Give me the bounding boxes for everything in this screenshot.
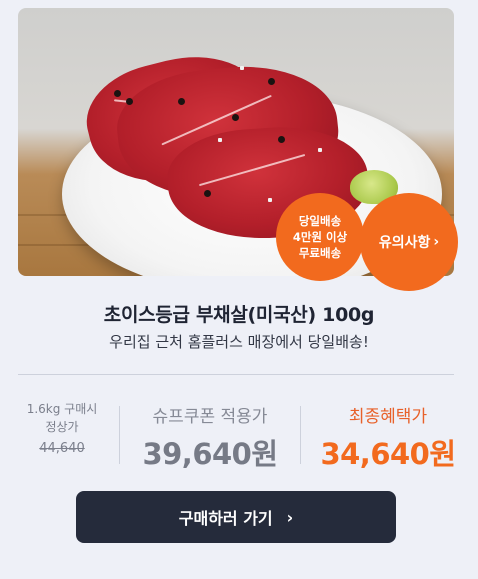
original-price: 44,640	[39, 441, 85, 456]
pepper-grain	[278, 136, 285, 143]
buy-now-button[interactable]: 구매하러 가기 ›	[76, 491, 396, 543]
original-price-label: 정상가	[45, 420, 79, 434]
pepper-grain	[268, 78, 275, 85]
product-card: 당일배송 4만원 이상 무료배송 유의사항 › 초이스등급 부채살(미국산) 1…	[0, 0, 478, 579]
product-title: 초이스등급 부채살(미국산) 100g	[103, 304, 375, 326]
delivery-badge-line: 무료배송	[298, 246, 342, 260]
salt-grain	[318, 148, 322, 152]
divider	[18, 374, 454, 375]
notice-badge-label: 유의사항	[378, 235, 431, 251]
chevron-right-icon: ›	[433, 234, 440, 250]
supercoupon-price-block: 슈프쿠폰 적용가 39,640원	[124, 402, 296, 473]
delivery-badge-line: 4만원 이상	[292, 230, 348, 244]
supercoupon-price: 39,640원	[142, 437, 278, 471]
delivery-badge-line: 당일배송	[298, 214, 342, 228]
final-price: 34,640원	[320, 437, 456, 471]
pepper-grain	[232, 114, 239, 121]
column-separator	[119, 406, 120, 464]
salt-grain	[218, 138, 222, 142]
column-separator	[300, 406, 301, 464]
pepper-grain	[114, 90, 121, 97]
original-price-block: 1.6kg 구매시 정상가 44,640	[10, 400, 114, 460]
notice-badge-button[interactable]: 유의사항 ›	[360, 193, 458, 291]
free-delivery-badge: 당일배송 4만원 이상 무료배송	[276, 193, 364, 281]
final-price-label: 최종혜택가	[348, 407, 428, 427]
pepper-grain	[204, 190, 211, 197]
supercoupon-label: 슈프쿠폰 적용가	[152, 407, 268, 427]
salt-grain	[240, 66, 244, 70]
buy-now-label: 구매하러 가기	[178, 509, 273, 528]
pepper-grain	[178, 98, 185, 105]
salt-grain	[268, 198, 272, 202]
final-price-block: 최종혜택가 34,640원	[304, 402, 472, 473]
chevron-right-icon: ›	[286, 507, 294, 527]
product-subtitle: 우리집 근처 홈플러스 매장에서 당일배송!	[109, 333, 369, 351]
original-price-note: 1.6kg 구매시	[26, 402, 98, 416]
pepper-grain	[126, 98, 133, 105]
